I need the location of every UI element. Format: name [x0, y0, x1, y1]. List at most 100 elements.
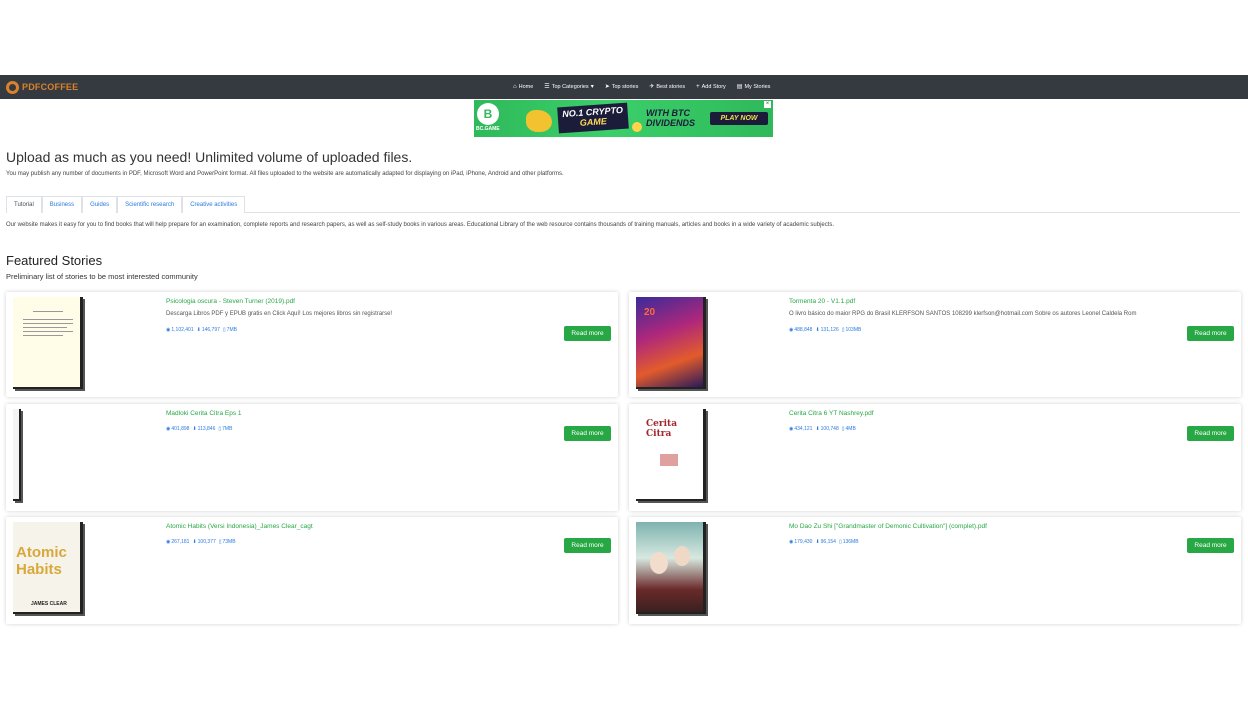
- top-navbar: PDFCOFFEE ⌂ Home ☰ Top Categories ▾ ➤ To…: [0, 75, 1248, 99]
- story-card: Atomic Habits JAMES CLEAR Atomic Habits …: [6, 517, 618, 624]
- downloads-count: 100,377: [197, 539, 216, 545]
- cover-title: 20: [644, 307, 656, 318]
- eye-icon: ◉: [789, 327, 794, 333]
- cover-title-line2: Habits: [16, 561, 62, 578]
- story-title-link[interactable]: Cerita Citra 6 YT Nashrey.pdf: [789, 410, 874, 417]
- brand-name: PDFCOFFEE: [22, 82, 79, 92]
- nav-home[interactable]: ⌂ Home: [513, 84, 533, 90]
- nav-add-story[interactable]: + Add Story: [696, 84, 726, 90]
- story-cover[interactable]: Cerita Citra: [636, 409, 706, 501]
- ad-close-icon[interactable]: ×: [764, 101, 771, 108]
- upload-description: You may publish any number of documents …: [6, 171, 564, 177]
- nav-top-categories[interactable]: ☰ Top Categories ▾: [544, 84, 593, 90]
- tab-guides[interactable]: Guides: [82, 196, 118, 213]
- nav-best-stories[interactable]: ✈ Best stories: [649, 84, 685, 90]
- coffee-logo-icon: [6, 80, 19, 94]
- story-stats: ◉ 267,181 ⬇ 100,377 ▯ 73MB: [166, 539, 236, 545]
- cover-emblem-icon: [660, 454, 678, 466]
- story-title-link[interactable]: Mo Dao Zu Shi ["Grandmaster of Demonic C…: [789, 523, 987, 530]
- caret-down-icon: ▾: [590, 84, 594, 90]
- tab-content-text: Our website makes it easy for you to fin…: [6, 222, 835, 228]
- story-title-link[interactable]: Tormenta 20 - V1.1.pdf: [789, 298, 855, 305]
- category-tabs: Tutorial Business Guides Scientific rese…: [6, 196, 1240, 213]
- file-size: 103MB: [845, 327, 862, 333]
- read-more-button[interactable]: Read more: [1187, 426, 1234, 441]
- eye-icon: ◉: [166, 327, 171, 333]
- story-description: Descarga Libros PDF y EPUB gratis en Cli…: [166, 311, 393, 317]
- views-count: 434,121: [794, 426, 813, 432]
- banner-character-icon: [526, 110, 552, 132]
- plus-icon: +: [696, 84, 700, 90]
- coin-icon: [632, 122, 642, 132]
- views-count: 267,181: [171, 539, 190, 545]
- read-more-button[interactable]: Read more: [564, 426, 611, 441]
- story-card: Madloki Cerita Citra Eps 1 ◉ 401,898 ⬇ 113…: [6, 404, 618, 511]
- read-more-button[interactable]: Read more: [1187, 326, 1234, 341]
- eye-icon: ◉: [166, 426, 171, 432]
- story-description: O livro básico do maior RPG do Brasil KL…: [789, 311, 1137, 317]
- nav-top-stories[interactable]: ➤ Top stories: [605, 84, 639, 90]
- file-size: 136MB: [842, 539, 859, 545]
- tab-business[interactable]: Business: [41, 196, 83, 213]
- featured-subtitle: Preliminary list of stories to be most i…: [6, 272, 198, 281]
- tab-tutorial[interactable]: Tutorial: [6, 196, 42, 213]
- brand-logo-link[interactable]: PDFCOFFEE: [6, 79, 78, 95]
- home-icon: ⌂: [513, 84, 517, 90]
- file-size: 73MB: [222, 539, 236, 545]
- download-icon: ⬇: [192, 539, 197, 545]
- banner-line4: DIVIDENDS: [646, 118, 696, 128]
- story-card: Psicologia oscura - Steven Turner (2019)…: [6, 292, 618, 397]
- read-more-button[interactable]: Read more: [564, 538, 611, 553]
- tab-creative-activities[interactable]: Creative activities: [182, 196, 246, 213]
- cover-figure-icon: [674, 546, 690, 566]
- story-cover[interactable]: [636, 522, 706, 614]
- nav-best-stories-label: Best stories: [656, 84, 686, 90]
- file-size-icon: ▯: [838, 539, 842, 545]
- story-title-link[interactable]: Psicologia oscura - Steven Turner (2019)…: [166, 298, 295, 305]
- read-more-button[interactable]: Read more: [564, 326, 611, 341]
- download-icon: ⬇: [196, 327, 201, 333]
- story-title-link[interactable]: Atomic Habits (Versi Indonesia)_James Cl…: [166, 523, 313, 530]
- ad-banner[interactable]: B BC.GAME NO.1 CRYPTO GAME WITH BTC DIVI…: [474, 100, 773, 137]
- views-count: 1,102,401: [171, 327, 194, 333]
- nav-my-stories-label: My Stories: [744, 84, 771, 90]
- story-card: Cerita Citra Cerita Citra 6 YT Nashrey.p…: [629, 404, 1241, 511]
- downloads-count: 146,797: [201, 327, 220, 333]
- file-size: 7MB: [226, 327, 237, 333]
- file-icon: ▤: [736, 84, 743, 90]
- file-size-icon: ▯: [218, 426, 222, 432]
- views-count: 179,430: [794, 539, 813, 545]
- nav-my-stories[interactable]: ▤ My Stories: [737, 84, 771, 90]
- cover-figure-icon: [650, 552, 668, 574]
- cover-title: Cerita Citra: [646, 419, 678, 439]
- nav-top-categories-label: Top Categories: [551, 84, 589, 90]
- cover-title: Atomic Habits: [16, 544, 67, 578]
- play-now-button[interactable]: PLAY NOW: [710, 112, 768, 125]
- story-cover[interactable]: Atomic Habits JAMES CLEAR: [13, 522, 83, 614]
- rocket-icon: ✈: [649, 84, 655, 90]
- eye-icon: ◉: [166, 539, 171, 545]
- story-cover[interactable]: [13, 409, 21, 501]
- story-card: 20 Tormenta 20 - V1.1.pdf O livro básico…: [629, 292, 1241, 397]
- story-cover[interactable]: 20: [636, 297, 706, 389]
- upload-heading: Upload as much as you need! Unlimited vo…: [6, 149, 413, 165]
- eye-icon: ◉: [789, 426, 794, 432]
- story-cover[interactable]: [13, 297, 83, 389]
- featured-heading: Featured Stories: [6, 253, 103, 268]
- banner-tagline: WITH BTC DIVIDENDS: [646, 108, 695, 128]
- story-title-link[interactable]: Madloki Cerita Citra Eps 1: [166, 410, 242, 417]
- story-stats: ◉ 179,430 ⬇ 96,154 ▯ 136MB: [789, 539, 859, 545]
- tab-scientific-research[interactable]: Scientific research: [117, 196, 183, 213]
- views-count: 488,848: [794, 327, 813, 333]
- story-stats: ◉ 488,848 ⬇ 131,126 ▯ 103MB: [789, 327, 861, 333]
- downloads-count: 113,846: [197, 426, 216, 432]
- banner-line3: WITH BTC: [646, 108, 690, 118]
- cover-title-line1: Atomic: [16, 544, 67, 561]
- nav-top-stories-label: Top stories: [611, 84, 639, 90]
- downloads-count: 100,748: [820, 426, 839, 432]
- cover-author: JAMES CLEAR: [31, 601, 67, 607]
- paper-plane-icon: ➤: [604, 84, 610, 90]
- file-size-icon: ▯: [218, 539, 222, 545]
- download-icon: ⬇: [815, 539, 820, 545]
- read-more-button[interactable]: Read more: [1187, 538, 1234, 553]
